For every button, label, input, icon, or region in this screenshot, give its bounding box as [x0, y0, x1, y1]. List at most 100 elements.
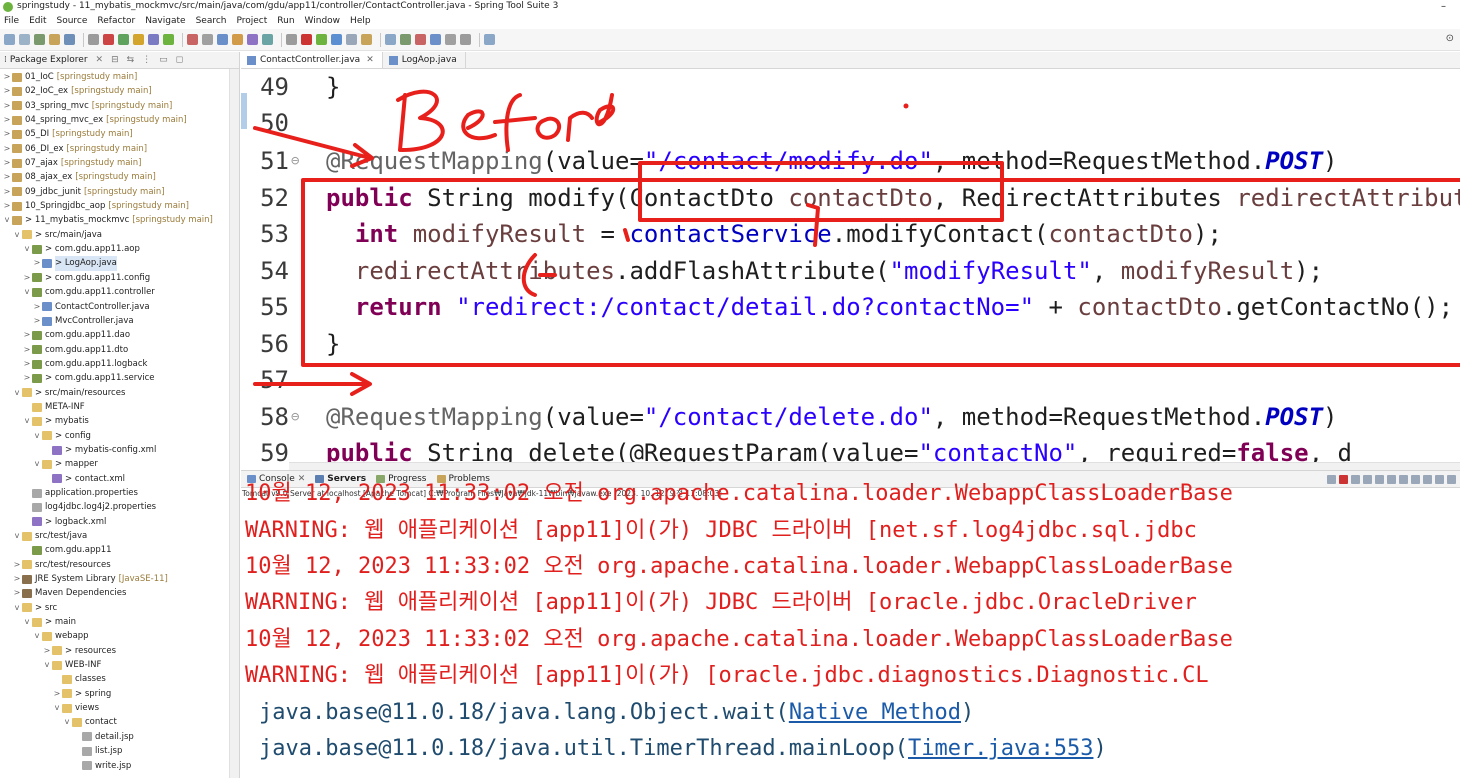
chevron-right-icon[interactable]: >: [12, 586, 22, 600]
tree-item[interactable]: list.jsp: [0, 744, 239, 758]
chevron-right-icon[interactable]: >: [22, 371, 32, 385]
tree-item[interactable]: v src/test/java: [0, 529, 239, 543]
view-menu-icon[interactable]: ⋮: [142, 52, 151, 69]
package-explorer-tab[interactable]: ⁞ Package Explorer ✕ ⊟ ⇆ ⋮ ▭ ◻: [0, 52, 239, 69]
tree-item[interactable]: META-INF: [0, 400, 239, 414]
chevron-down-icon[interactable]: v: [12, 601, 22, 615]
chevron-right-icon[interactable]: >: [2, 156, 12, 170]
open-task-icon[interactable]: [232, 34, 243, 45]
menu-navigate[interactable]: Navigate: [145, 13, 185, 29]
tree-item[interactable]: v > main: [0, 615, 239, 629]
spring-icon[interactable]: [163, 34, 174, 45]
chevron-right-icon[interactable]: >: [22, 357, 32, 371]
chevron-right-icon[interactable]: >: [2, 99, 12, 113]
code-area[interactable]: 49} 50 51 ⊖ @RequestMapping(value="/contact/…: [241, 69, 1460, 462]
tree-item[interactable]: > > com.gdu.app11.config: [0, 271, 239, 285]
chevron-down-icon[interactable]: v: [32, 457, 42, 471]
filter-icon[interactable]: [88, 34, 99, 45]
tree-item[interactable]: > JRE System Library [JavaSE-11]: [0, 572, 239, 586]
debug-icon[interactable]: [103, 34, 114, 45]
tree-item[interactable]: > MvcController.java: [0, 314, 239, 328]
tree-item[interactable]: v > mybatis: [0, 414, 239, 428]
terminal-icon[interactable]: [64, 34, 75, 45]
tree-item[interactable]: v com.gdu.app11.controller: [0, 285, 239, 299]
chevron-right-icon[interactable]: >: [42, 644, 52, 658]
fold-toggle-icon[interactable]: ⊖: [291, 399, 299, 435]
search-icon[interactable]: [202, 34, 213, 45]
tree-item[interactable]: >06_DI_ex [springstudy main]: [0, 142, 239, 156]
chevron-down-icon[interactable]: v: [2, 213, 12, 227]
tree-item[interactable]: >04_spring_mvc_ex [springstudy main]: [0, 113, 239, 127]
minimize-button[interactable]: –: [1441, 0, 1446, 13]
chevron-right-icon[interactable]: >: [32, 314, 42, 328]
stop-icon[interactable]: [187, 34, 198, 45]
external-tools-icon[interactable]: [133, 34, 144, 45]
tree-item[interactable]: > com.gdu.app11.dao: [0, 328, 239, 342]
close-icon[interactable]: ✕: [96, 52, 104, 69]
stack-source-link[interactable]: Timer.java:553: [908, 736, 1093, 761]
tree-item[interactable]: v contact: [0, 715, 239, 729]
tree-item[interactable]: > Maven Dependencies: [0, 586, 239, 600]
menu-window[interactable]: Window: [305, 13, 341, 29]
new-icon[interactable]: [4, 34, 15, 45]
tree-item[interactable]: > mybatis-config.xml: [0, 443, 239, 457]
tree-item[interactable]: v > com.gdu.app11.aop: [0, 242, 239, 256]
chevron-down-icon[interactable]: v: [52, 701, 62, 715]
tree-item[interactable]: v > src/main/resources: [0, 386, 239, 400]
chevron-down-icon[interactable]: v: [42, 658, 52, 672]
chevron-right-icon[interactable]: >: [22, 271, 32, 285]
close-icon[interactable]: ✕: [366, 52, 374, 69]
open-console-icon[interactable]: [1423, 475, 1432, 484]
new-icon[interactable]: [385, 34, 396, 45]
tree-item[interactable]: v > config: [0, 429, 239, 443]
next-annotation-icon[interactable]: [262, 34, 273, 45]
tree-item[interactable]: >01_IoC [springstudy main]: [0, 70, 239, 84]
menu-help[interactable]: Help: [350, 13, 371, 29]
pin-icon[interactable]: [1327, 475, 1336, 484]
chevron-down-icon[interactable]: v: [22, 285, 32, 299]
save-all-icon[interactable]: [34, 34, 45, 45]
chevron-down-icon[interactable]: v: [22, 615, 32, 629]
chevron-down-icon[interactable]: v: [22, 242, 32, 256]
tree-item[interactable]: >02_IoC_ex [springstudy main]: [0, 84, 239, 98]
chevron-down-icon[interactable]: v: [12, 228, 22, 242]
fold-toggle-icon[interactable]: ⊖: [291, 143, 299, 179]
tree-item[interactable]: >03_spring_mvc [springstudy main]: [0, 99, 239, 113]
stack-source-link[interactable]: Native Method: [789, 700, 961, 725]
remove-all-icon[interactable]: [1363, 475, 1372, 484]
tree-item[interactable]: >08_ajax_ex [springstudy main]: [0, 170, 239, 184]
remove-launch-icon[interactable]: [1351, 475, 1360, 484]
menu-source[interactable]: Source: [57, 13, 88, 29]
chevron-right-icon[interactable]: >: [2, 84, 12, 98]
open-type-icon[interactable]: [217, 34, 228, 45]
tree-item[interactable]: > src/test/resources: [0, 558, 239, 572]
editor-tab[interactable]: ContactController.java ✕: [241, 52, 383, 68]
tree-item[interactable]: > > LogAop.java: [0, 256, 239, 271]
tree-item[interactable]: v > 11_mybatis_mockmvc [springstudy main]: [0, 213, 239, 227]
chevron-right-icon[interactable]: >: [22, 343, 32, 357]
tree-item[interactable]: application.properties: [0, 486, 239, 500]
chevron-down-icon[interactable]: v: [32, 629, 42, 643]
annotation-icon[interactable]: [247, 34, 258, 45]
perspective-icon[interactable]: [361, 34, 372, 45]
chevron-right-icon[interactable]: >: [2, 70, 12, 84]
tree-item[interactable]: >09_jdbc_junit [springstudy main]: [0, 185, 239, 199]
tree-item[interactable]: detail.jsp: [0, 730, 239, 744]
menu-search[interactable]: Search: [196, 13, 227, 29]
menu-run[interactable]: Run: [277, 13, 294, 29]
view-menu-icon[interactable]: [1447, 475, 1456, 484]
terminate-icon[interactable]: [1339, 475, 1348, 484]
tree-item[interactable]: v > src/main/java: [0, 228, 239, 242]
chevron-right-icon[interactable]: >: [32, 300, 42, 314]
menu-refactor[interactable]: Refactor: [97, 13, 135, 29]
forward-icon[interactable]: [316, 34, 327, 45]
debug-icon[interactable]: [484, 34, 495, 45]
show-on-output-icon[interactable]: [1399, 475, 1408, 484]
tree-item[interactable]: classes: [0, 672, 239, 686]
chevron-right-icon[interactable]: >: [2, 127, 12, 141]
run-icon[interactable]: [118, 34, 129, 45]
tree-item[interactable]: >05_DI [springstudy main]: [0, 127, 239, 141]
collapse-all-icon[interactable]: ⊟: [111, 52, 119, 69]
link-with-editor-icon[interactable]: ⇆: [127, 52, 135, 69]
tree-item[interactable]: com.gdu.app11: [0, 543, 239, 557]
